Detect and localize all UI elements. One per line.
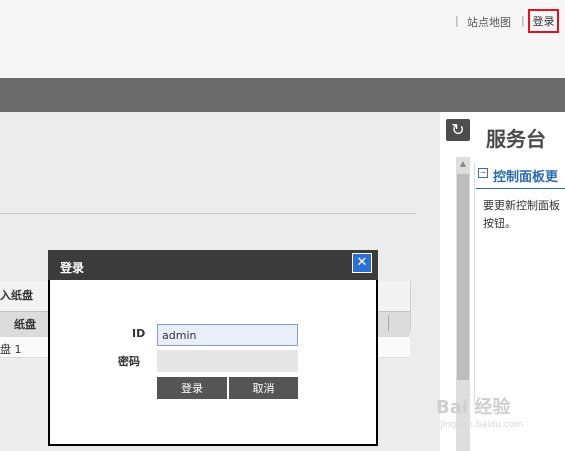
header-separator: | [455, 14, 459, 27]
scrollbar-thumb[interactable] [457, 174, 469, 380]
password-label: 密码 [118, 355, 140, 368]
sitemap-link[interactable]: 站点地图 [467, 14, 511, 30]
top-header [0, 0, 565, 78]
id-label: ID [132, 327, 146, 340]
dialog-title: 登录 [60, 261, 85, 275]
section-title[interactable]: 控制面板更 [493, 166, 558, 185]
password-input[interactable] [157, 350, 298, 372]
section-body-line: 要更新控制面板 [483, 199, 560, 212]
header-separator: | [521, 14, 525, 27]
input-tray-title: 入纸盘 [0, 289, 33, 302]
close-icon[interactable]: ✕ [352, 253, 372, 273]
id-input[interactable] [157, 324, 298, 346]
tray-column-header: 纸盘 [14, 318, 36, 331]
watermark-logo: Bai 经验 [436, 397, 511, 418]
section-body: 要更新控制面板 按钮。 [483, 197, 565, 233]
dialog-titlebar [48, 250, 378, 280]
collapse-icon[interactable]: − [478, 168, 488, 178]
watermark-url: jingyan.baidu.com [440, 420, 524, 430]
service-desk-title: 服务台 [486, 127, 546, 151]
divider [0, 213, 416, 214]
tray-cell: 盘 1 [0, 343, 22, 356]
section-underline [476, 188, 565, 189]
cancel-button[interactable]: 取消 [229, 377, 298, 399]
scroll-up-arrow-icon[interactable]: ▲ [456, 157, 470, 171]
login-button[interactable]: 登录 [157, 377, 227, 399]
nav-bar [0, 78, 565, 112]
section-body-line: 按钮。 [483, 217, 516, 230]
refresh-icon[interactable]: ↻ [446, 119, 470, 141]
login-link[interactable]: 登录 [528, 9, 559, 33]
column-divider [388, 315, 389, 331]
